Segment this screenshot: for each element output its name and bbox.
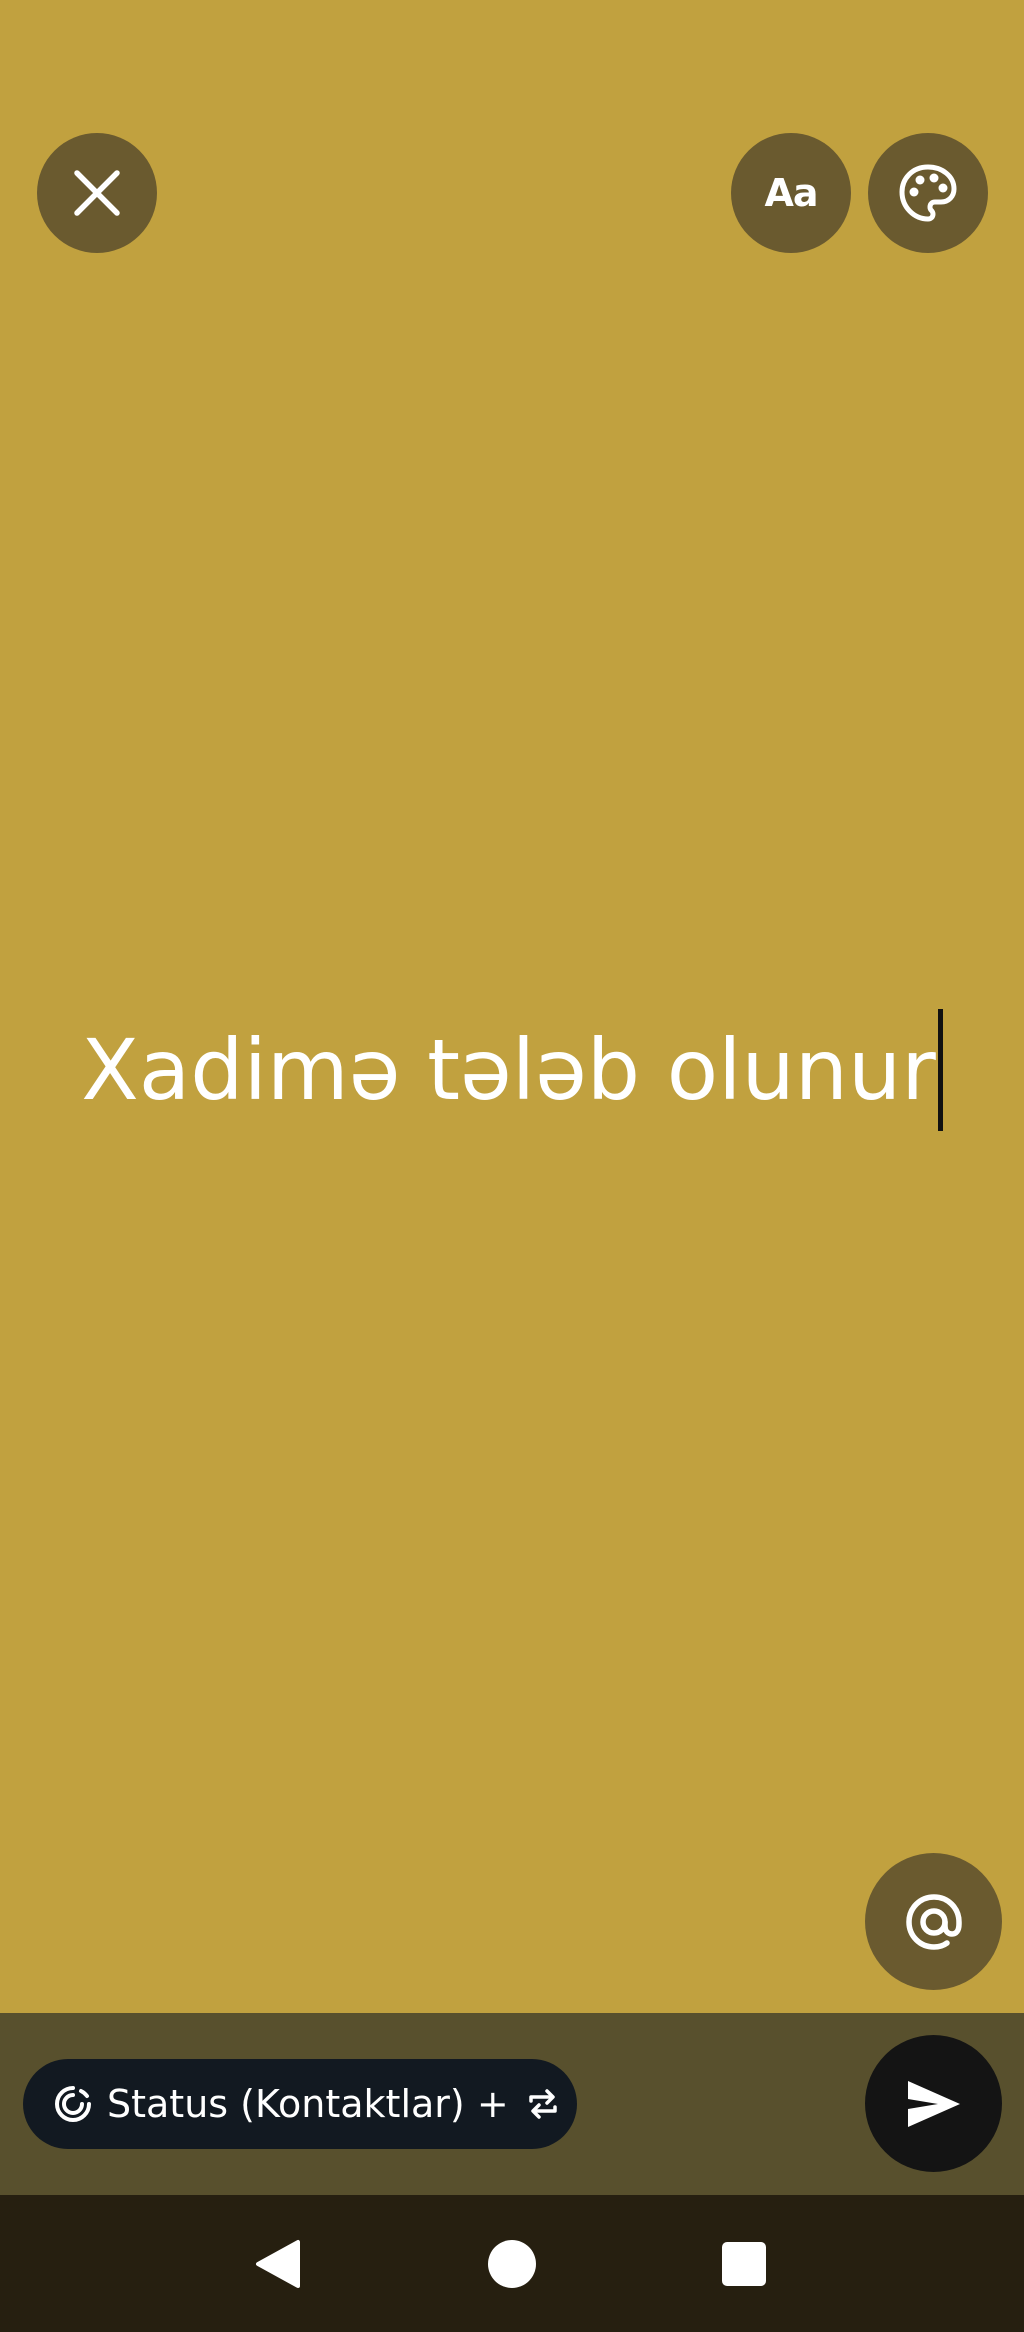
text-status-composer: Aa Xadimə tələb olunur Status (Kontaktla (0, 0, 1024, 2332)
status-text-input[interactable]: Xadimə tələb olunur (0, 1000, 1024, 1140)
font-style-label: Aa (764, 171, 818, 215)
font-style-button[interactable]: Aa (731, 133, 851, 253)
text-cursor (937, 1009, 943, 1131)
status-text: Xadimə tələb olunur (81, 1021, 936, 1119)
home-icon (488, 2239, 536, 2288)
system-navigation-bar (0, 2195, 1024, 2332)
mention-button[interactable] (865, 1853, 1002, 1990)
repeat-icon (523, 2084, 563, 2124)
at-icon (905, 1893, 962, 1950)
palette-icon (899, 164, 957, 222)
color-palette-button[interactable] (868, 133, 988, 253)
send-button[interactable] (865, 2035, 1002, 2172)
status-ring-icon (53, 2084, 93, 2124)
send-icon (907, 2080, 960, 2127)
close-icon (74, 170, 120, 216)
nav-home-button[interactable] (452, 2195, 572, 2332)
nav-back-button[interactable] (218, 2195, 338, 2332)
back-icon (256, 2239, 300, 2288)
status-audience-selector[interactable]: Status (Kontaktlar) + (23, 2059, 577, 2149)
close-button[interactable] (37, 133, 157, 253)
recents-icon (722, 2241, 766, 2286)
nav-recents-button[interactable] (684, 2195, 804, 2332)
audience-label: Status (Kontaktlar) + (107, 2082, 509, 2126)
